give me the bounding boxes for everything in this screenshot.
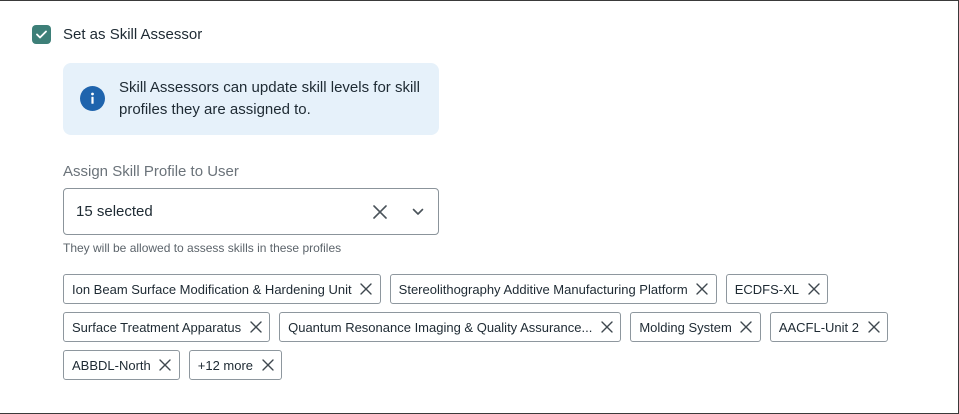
- remove-chip-button[interactable]: [600, 321, 613, 334]
- close-icon: [360, 283, 372, 295]
- close-icon: [740, 321, 753, 333]
- selected-profiles: Ion Beam Surface Modification & Hardenin…: [63, 274, 903, 388]
- skill-assessor-option[interactable]: Set as Skill Assessor: [32, 25, 202, 44]
- chip-label: ECDFS-XL: [734, 281, 799, 297]
- more-profiles-chip[interactable]: +12 more: [188, 350, 283, 380]
- checkmark-icon: [36, 30, 47, 39]
- profile-chip: Quantum Resonance Imaging & Quality Assu…: [279, 312, 622, 342]
- chip-label: Stereolithography Additive Manufacturing…: [398, 281, 688, 297]
- select-value: 15 selected: [76, 203, 153, 220]
- chip-label: Quantum Resonance Imaging & Quality Assu…: [288, 319, 593, 335]
- chip-label: AACFL-Unit 2: [778, 319, 860, 335]
- close-icon: [249, 321, 262, 333]
- close-icon: [867, 321, 880, 333]
- close-icon: [261, 359, 274, 371]
- skill-assessor-checkbox[interactable]: [32, 25, 51, 44]
- info-text: Skill Assessors can update skill levels …: [119, 79, 420, 118]
- profile-chip: Ion Beam Surface Modification & Hardenin…: [63, 274, 381, 304]
- chip-row: Ion Beam Surface Modification & Hardenin…: [63, 274, 903, 304]
- profile-chip: Stereolithography Additive Manufacturing…: [389, 274, 717, 304]
- chip-label: ABBDL-North: [72, 357, 151, 373]
- skill-profile-label: Assign Skill Profile to User: [63, 163, 239, 180]
- chip-row: ABBDL-North +12 more: [63, 350, 903, 380]
- profile-chip: AACFL-Unit 2: [769, 312, 889, 342]
- remove-chip-button[interactable]: [159, 359, 172, 372]
- chip-row: Surface Treatment Apparatus Quantum Reso…: [63, 312, 903, 342]
- remove-chip-button[interactable]: [740, 321, 753, 334]
- helper-text: They will be allowed to assess skills in…: [63, 241, 342, 255]
- remove-chip-button[interactable]: [696, 283, 709, 296]
- remove-chip-button[interactable]: [867, 321, 880, 334]
- remove-chip-button[interactable]: [360, 283, 373, 296]
- info-banner: Skill Assessors can update skill levels …: [63, 63, 439, 135]
- profile-chip: ECDFS-XL: [725, 274, 828, 304]
- info-icon: [80, 86, 105, 111]
- close-icon: [807, 283, 820, 295]
- dropdown-toggle[interactable]: [408, 202, 428, 222]
- remove-chip-button[interactable]: [807, 283, 820, 296]
- close-icon: [601, 321, 613, 333]
- chip-label: +12 more: [197, 357, 254, 373]
- profile-chip: Molding System: [630, 312, 761, 342]
- skill-profile-select[interactable]: 15 selected: [63, 188, 439, 235]
- chevron-down-icon: [412, 208, 424, 215]
- close-icon: [373, 205, 387, 219]
- chip-label: Ion Beam Surface Modification & Hardenin…: [72, 281, 352, 297]
- profile-chip: ABBDL-North: [63, 350, 180, 380]
- skill-assessor-label[interactable]: Set as Skill Assessor: [63, 26, 202, 43]
- close-icon: [159, 359, 171, 371]
- profile-chip: Surface Treatment Apparatus: [63, 312, 271, 342]
- clear-selection-button[interactable]: [370, 202, 390, 222]
- chip-label: Molding System: [639, 319, 732, 335]
- remove-chip-button[interactable]: [249, 321, 262, 334]
- close-icon: [696, 283, 708, 295]
- chip-label: Surface Treatment Apparatus: [72, 319, 242, 335]
- remove-chip-button[interactable]: [261, 359, 274, 372]
